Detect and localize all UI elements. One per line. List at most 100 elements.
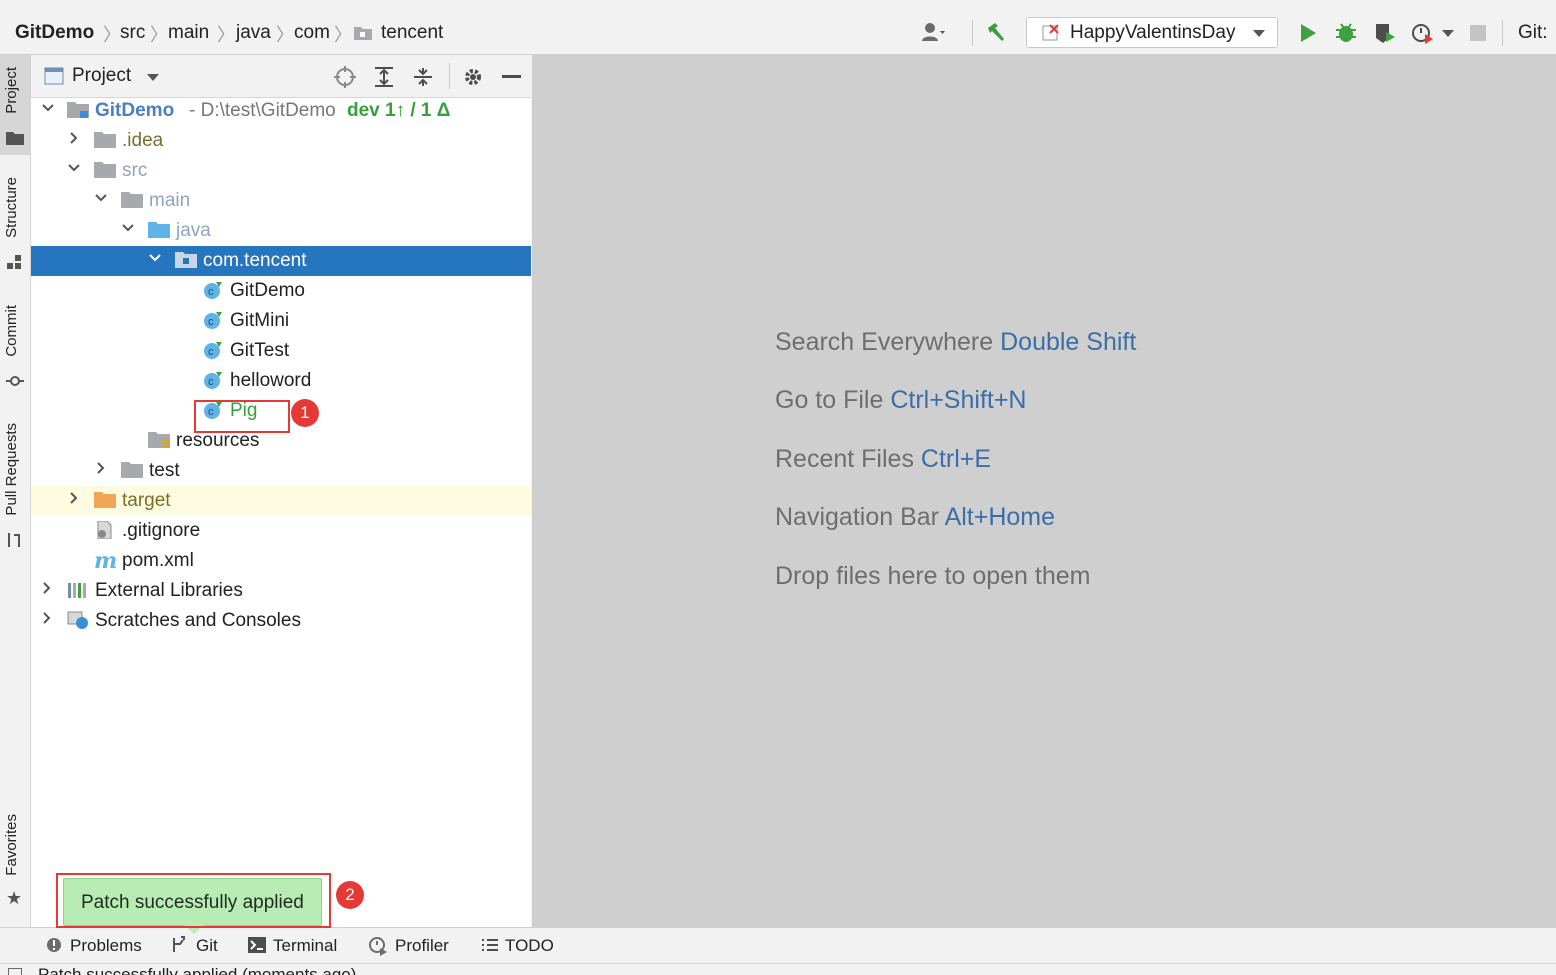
tree-row-main[interactable]: main [31,186,531,216]
tree-row-class-gittest[interactable]: c GitTest [31,336,531,366]
chevron-down-icon[interactable] [121,221,135,235]
chevron-right-icon[interactable] [67,131,81,145]
locate-icon[interactable] [333,65,357,89]
hint-search-everywhere: Search Everywhere Double Shift [775,328,1136,357]
hint-text: Go to File [775,386,884,414]
tree-row-target[interactable]: target [31,486,531,516]
breadcrumb-src[interactable]: src [120,22,145,44]
tree-row-src[interactable]: src [31,156,531,186]
tab-profiler[interactable]: Profiler [368,928,458,964]
commit-icon [6,376,24,386]
editor-empty-area[interactable]: Search Everywhere Double Shift Go to Fil… [532,55,1556,927]
hint-shortcut: Alt+Home [944,503,1056,531]
run-configuration-select[interactable]: HappyValentinsDay [1026,17,1278,48]
chevron-down-icon[interactable] [148,251,162,265]
tab-terminal[interactable]: Terminal [248,928,348,964]
bottom-tool-bar: Problems Git Terminal Profiler TODO [0,927,1556,964]
breadcrumb-com[interactable]: com [294,22,330,44]
gear-icon[interactable] [461,65,485,89]
hint-drop-files: Drop files here to open them [775,562,1090,591]
breadcrumb-tencent[interactable]: tencent [381,22,443,44]
tab-commit[interactable]: Commit [0,303,30,393]
tab-label: Git [196,936,218,955]
breadcrumb-separator-icon: 〉 [334,25,352,45]
minimize-icon[interactable] [502,75,521,78]
svg-text:c: c [208,286,214,298]
annotation-badge-1: 1 [291,399,319,427]
chevron-down-icon [1253,30,1265,37]
run-icon[interactable] [1295,20,1321,46]
git-label[interactable]: Git: [1518,22,1548,44]
hint-text: Drop files here to open them [775,562,1091,590]
tree-row-idea[interactable]: .idea [31,126,531,156]
java-class-icon: c [204,342,222,359]
chevron-right-icon[interactable] [40,581,54,595]
chevron-right-icon[interactable] [94,461,108,475]
tree-label: main [149,190,191,211]
scratches-icon [67,611,88,629]
tree-row-scratches[interactable]: Scratches and Consoles [31,606,531,636]
folder-icon [121,192,143,208]
tree-row-gitignore[interactable]: .gitignore [31,516,531,546]
breadcrumb-project[interactable]: GitDemo [15,22,94,44]
tree-row-root[interactable]: GitDemo - D:\test\GitDemo dev 1↑ / 1 Δ [31,96,531,126]
hint-shortcut: Double Shift [1000,328,1137,356]
tree-row-class-helloword[interactable]: c helloword [31,366,531,396]
tree-row-java[interactable]: java [31,216,531,246]
tab-commit-label: Commit [3,305,20,357]
toolbar-divider [972,20,973,46]
project-view-title[interactable]: Project [72,65,131,87]
tab-label: Profiler [395,936,449,955]
tab-pull-requests[interactable]: Pull Requests [0,421,30,551]
breadcrumb-separator-icon: 〉 [217,25,235,45]
navigation-bar: GitDemo 〉 src 〉 main 〉 java 〉 com 〉 tenc… [0,12,1556,55]
hint-text: Recent Files [775,445,914,473]
tab-favorites[interactable]: Favorites ★ [0,810,30,915]
tab-todo[interactable]: TODO [482,928,562,964]
hammer-build-icon[interactable] [984,20,1010,46]
chevron-right-icon[interactable] [40,611,54,625]
chevron-down-icon[interactable] [1442,30,1454,38]
tree-label: helloword [230,370,312,391]
project-panel-header: Project [31,55,531,98]
tree-row-test[interactable]: test [31,456,531,486]
coverage-icon[interactable] [1372,20,1398,46]
tab-problems[interactable]: Problems [46,928,151,964]
chevron-down-icon[interactable] [67,161,81,175]
tab-label: Terminal [273,936,338,955]
tree-label: External Libraries [95,580,243,601]
tree-row-com-tencent[interactable]: com.tencent [31,246,531,276]
svg-text:c: c [208,376,214,388]
breadcrumb-main[interactable]: main [168,22,209,44]
svg-text:c: c [208,346,214,358]
pull-request-icon [8,533,20,547]
chevron-down-icon[interactable] [41,101,55,115]
config-icon [1042,24,1059,41]
collapse-all-icon[interactable] [411,65,435,89]
folder-icon [94,162,116,178]
chevron-down-icon[interactable] [146,73,160,82]
tree-row-class-gitdemo[interactable]: c GitDemo [31,276,531,306]
profiler-run-icon[interactable] [1410,20,1436,46]
chevron-down-icon[interactable] [94,191,108,205]
tree-row-external-libraries[interactable]: External Libraries [31,576,531,606]
tab-project[interactable]: Project [0,55,30,155]
tab-structure[interactable]: Structure [0,173,30,273]
breadcrumb-separator-icon: 〉 [103,25,121,45]
tab-label: TODO [505,936,554,955]
tree-row-pom[interactable]: m pom.xml [31,546,531,576]
user-icon[interactable] [920,20,946,46]
stop-icon[interactable] [1470,25,1486,41]
root-project-name: GitDemo [95,100,175,121]
tree-label: .gitignore [122,520,201,541]
package-folder-icon [354,27,372,40]
breadcrumb-separator-icon: 〉 [276,25,294,45]
expand-all-icon[interactable] [372,65,396,89]
hint-navigation-bar: Navigation Bar Alt+Home [775,503,1055,532]
debug-icon[interactable] [1333,20,1359,46]
breadcrumb-java[interactable]: java [236,22,271,44]
chevron-right-icon[interactable] [67,491,81,505]
package-folder-icon [175,252,197,268]
tree-row-class-gitmini[interactable]: c GitMini [31,306,531,336]
hint-shortcut: Ctrl+Shift+N [890,386,1027,414]
